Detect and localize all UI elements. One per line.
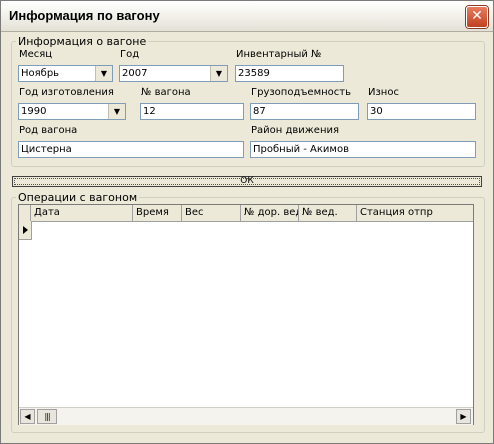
build-year-select[interactable]: 1990 ▼ bbox=[18, 103, 126, 120]
column-header-departure-station[interactable]: Станция отпр bbox=[357, 205, 473, 221]
horizontal-scrollbar[interactable]: ◀ ||| ▶ bbox=[19, 407, 473, 425]
wagon-type-field[interactable]: Цистерна bbox=[18, 141, 244, 158]
arrow-right-icon: ▶ bbox=[460, 412, 467, 421]
year-label: Год bbox=[120, 49, 140, 60]
capacity-field[interactable]: 87 bbox=[250, 103, 359, 120]
wagon-number-field[interactable]: 12 bbox=[140, 103, 244, 120]
capacity-label: Грузоподъемность bbox=[251, 87, 352, 98]
column-header-sheet-no[interactable]: № вед. bbox=[299, 205, 357, 221]
close-icon: ✕ bbox=[471, 8, 483, 24]
wagon-number-label: № вагона bbox=[141, 87, 191, 98]
column-header-road-sheet-no[interactable]: № дор. вед. bbox=[241, 205, 299, 221]
year-value: 2007 bbox=[122, 68, 148, 79]
chevron-down-icon[interactable]: ▼ bbox=[95, 66, 112, 81]
operations-legend: Операции с вагоном bbox=[18, 191, 138, 204]
column-header-weight[interactable]: Вес bbox=[182, 205, 241, 221]
row-pointer-icon bbox=[23, 226, 28, 234]
ok-button[interactable]: ОК bbox=[12, 176, 482, 187]
close-button[interactable]: ✕ bbox=[466, 6, 488, 28]
window-title: Информация по вагону bbox=[9, 8, 160, 23]
wagon-info-legend: Информация о вагоне bbox=[18, 35, 147, 48]
year-select[interactable]: 2007 ▼ bbox=[119, 65, 228, 82]
current-row-indicator[interactable] bbox=[19, 221, 32, 240]
wear-label: Износ bbox=[368, 87, 399, 98]
column-header-time[interactable]: Время bbox=[133, 205, 182, 221]
wagon-type-label: Род вагона bbox=[19, 125, 78, 136]
dialog-window: Информация по вагону ✕ Информация о ваго… bbox=[0, 0, 494, 444]
title-bar[interactable]: Информация по вагону ✕ bbox=[1, 1, 493, 32]
district-field[interactable]: Пробный - Акимов bbox=[250, 141, 476, 158]
scroll-thumb[interactable]: ||| bbox=[37, 409, 57, 424]
month-value: Ноябрь bbox=[21, 68, 60, 79]
chevron-down-icon[interactable]: ▼ bbox=[210, 66, 227, 81]
operations-grid[interactable]: Дата Время Вес № дор. вед. № вед. Станци… bbox=[18, 204, 474, 425]
inventory-label: Инвентарный № bbox=[236, 49, 322, 60]
month-select[interactable]: Ноябрь ▼ bbox=[18, 65, 113, 82]
row-header-corner bbox=[19, 205, 31, 221]
chevron-down-icon[interactable]: ▼ bbox=[108, 104, 125, 119]
build-year-label: Год изготовления bbox=[19, 87, 114, 98]
build-year-value: 1990 bbox=[21, 106, 47, 117]
arrow-left-icon: ◀ bbox=[24, 412, 31, 421]
district-label: Район движения bbox=[251, 125, 340, 136]
scroll-left-button[interactable]: ◀ bbox=[20, 409, 35, 424]
column-header-date[interactable]: Дата bbox=[31, 205, 133, 221]
inventory-field[interactable]: 23589 bbox=[235, 65, 344, 82]
wear-field[interactable]: 30 bbox=[367, 103, 476, 120]
scroll-right-button[interactable]: ▶ bbox=[456, 409, 471, 424]
month-label: Месяц bbox=[19, 49, 53, 60]
grid-header: Дата Время Вес № дор. вед. № вед. Станци… bbox=[19, 205, 473, 222]
